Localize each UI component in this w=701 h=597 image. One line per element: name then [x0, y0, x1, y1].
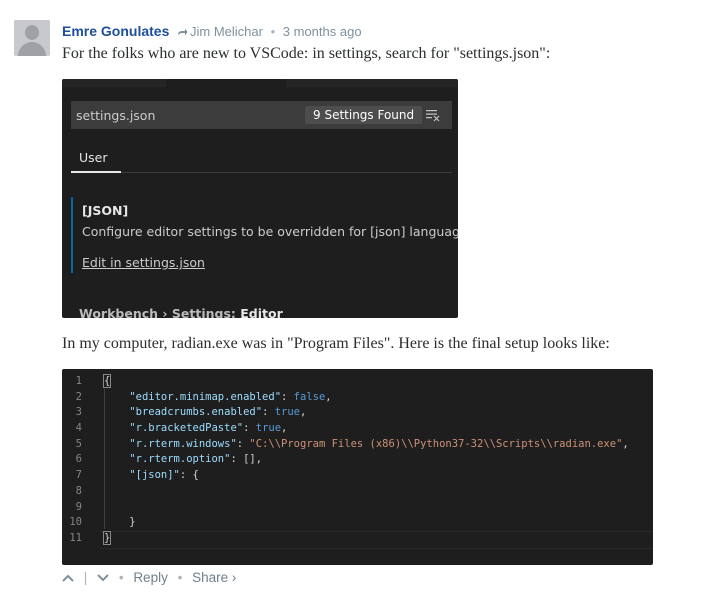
line-number: 3 [75, 406, 82, 419]
edit-in-settings-link: Edit in settings.json [82, 255, 205, 270]
section-name: Editor [240, 306, 283, 318]
setting-title: [JSON] [82, 203, 129, 218]
line-number: 10 [69, 516, 82, 529]
comment-meta: Emre Gonulates Jim Melichar • 3 months a… [62, 23, 362, 39]
code-line: "[json]": { [129, 469, 199, 482]
setting-item-json: [JSON] Configure editor settings to be o… [71, 197, 458, 273]
settings-screenshot: settings.json 9 Settings Found User [JSO… [62, 79, 458, 318]
editor-tab-strip [62, 79, 458, 87]
line-number: 5 [75, 437, 82, 450]
comment-time[interactable]: 3 months ago [283, 24, 362, 39]
comment-paragraph-1: For the folks who are new to VSCode: in … [62, 45, 551, 62]
code-line: "editor.minimap.enabled": false, [129, 390, 332, 403]
section-heading: Workbench › Settings: Editor [79, 306, 283, 318]
line-number: 8 [75, 484, 82, 497]
results-count-badge: 9 Settings Found [305, 106, 423, 124]
code-line: } [102, 530, 649, 547]
code-screenshot: 1 2 3 4 5 6 7 8 9 10 11 { "editor.minimap.enabled"… [62, 369, 653, 565]
action-dot: • [118, 570, 124, 585]
editor-tab [166, 79, 286, 87]
line-number: 11 [69, 531, 82, 544]
code-line: } [104, 516, 136, 529]
code-body: { "editor.minimap.enabled": false, "brea… [102, 374, 649, 547]
matched-bracket: } [102, 530, 112, 545]
avatar-body-icon [18, 42, 46, 56]
search-query: settings.json [76, 108, 156, 123]
reply-to-name[interactable]: Jim Melichar [190, 24, 263, 39]
line-number: 2 [75, 390, 82, 403]
reply-arrow-icon [178, 28, 188, 36]
line-number: 1 [75, 375, 82, 387]
tab-active-indicator [71, 171, 121, 173]
section-prefix: Workbench › Settings: [79, 306, 241, 318]
line-number: 7 [75, 469, 82, 482]
reply-button[interactable]: Reply [133, 570, 168, 585]
tab-divider [71, 172, 452, 173]
matched-bracket: { [102, 374, 112, 388]
chevron-down-icon[interactable] [97, 573, 109, 583]
code-line: { [102, 374, 649, 390]
avatar-head-icon [25, 25, 39, 40]
line-number: 4 [75, 422, 82, 435]
line-number-gutter: 1 2 3 4 5 6 7 8 9 10 11 [62, 374, 82, 547]
clear-filter-icon [426, 110, 440, 122]
setting-description: Configure editor settings to be overridd… [82, 224, 458, 239]
code-line: "r.rterm.windows": "C:\\Program Files (x… [129, 437, 629, 450]
action-dot: • [177, 570, 183, 585]
comment-paragraph-2: In my computer, radian.exe was in "Progr… [62, 335, 610, 352]
avatar[interactable] [14, 20, 50, 56]
line-number: 9 [75, 500, 82, 513]
code-line: "breadcrumbs.enabled": true, [129, 406, 307, 419]
settings-search-input: settings.json 9 Settings Found [71, 101, 452, 129]
code-line: "r.rterm.option": [], [129, 453, 263, 466]
tab-user: User [79, 150, 108, 165]
share-button[interactable]: Share › [192, 570, 236, 585]
author-name[interactable]: Emre Gonulates [62, 23, 169, 39]
chevron-up-icon[interactable] [62, 573, 74, 583]
vote-divider: | [83, 570, 88, 585]
comment-actions: | • Reply • Share › [62, 570, 236, 585]
line-number: 6 [75, 453, 82, 466]
meta-separator: • [270, 24, 276, 39]
code-line: "r.bracketedPaste": true, [129, 422, 288, 435]
